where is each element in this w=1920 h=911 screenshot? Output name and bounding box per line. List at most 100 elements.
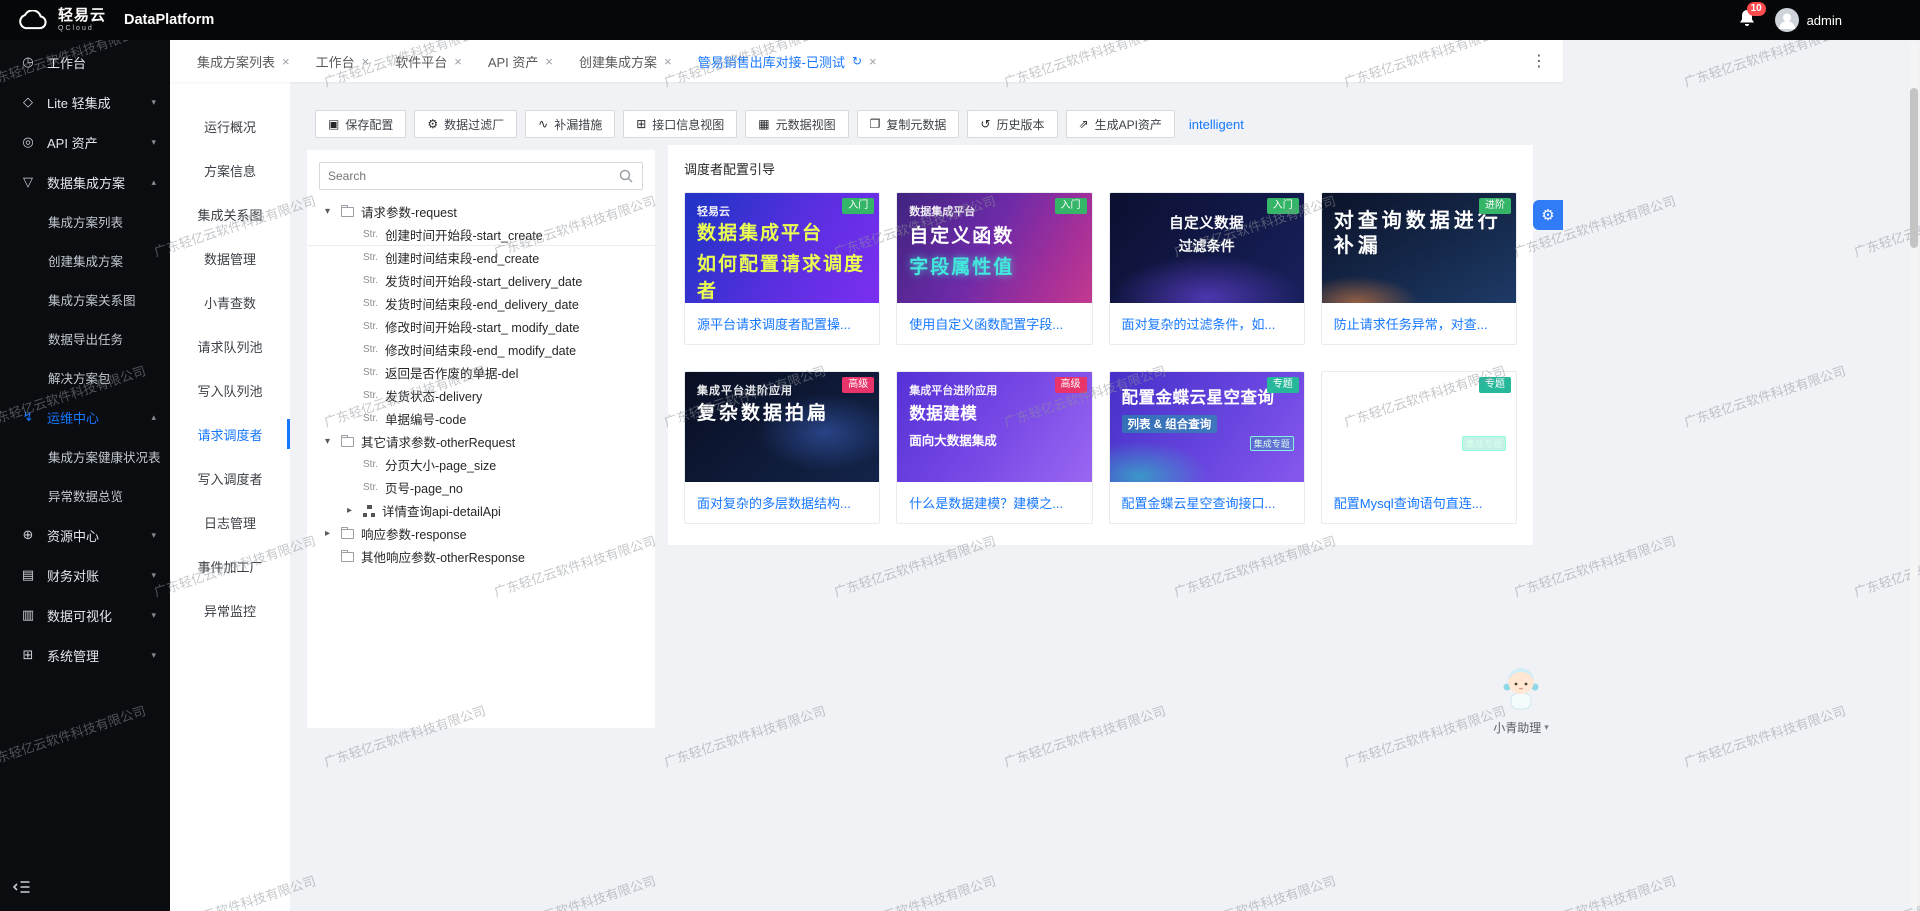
search-icon[interactable] (610, 163, 642, 189)
tab[interactable]: 软件平台 × (382, 40, 475, 82)
toolbar-button[interactable]: ⊞ 接口信息视图 (623, 110, 737, 138)
close-icon[interactable]: × (869, 54, 877, 69)
close-icon[interactable]: × (282, 54, 290, 69)
sidebar-item[interactable]: 异常数据总览 (0, 476, 170, 515)
tab[interactable]: 集成方案列表 × (184, 40, 303, 82)
sidebar-item[interactable]: ▽ 数据集成方案 ▴ (0, 162, 170, 202)
tree-node[interactable]: Str. 页号-page_no (307, 476, 655, 499)
card-caption[interactable]: 防止请求任务异常，对查... (1322, 303, 1516, 344)
toolbar-button[interactable]: ↺ 历史版本 (967, 110, 1057, 138)
notifications-button[interactable]: 10 (1739, 9, 1755, 32)
reload-icon[interactable]: ↻ (852, 54, 862, 68)
toolbar-button[interactable]: ▦ 元数据视图 (745, 110, 848, 138)
tree-node[interactable]: Str. 发货状态-delivery (307, 384, 655, 407)
tree-node[interactable]: Str. 单据编号-code (307, 407, 655, 430)
search-input[interactable] (320, 163, 610, 189)
caret-icon[interactable]: ▸ (347, 505, 363, 516)
settings-button[interactable]: ⚙ (1533, 200, 1563, 230)
tab[interactable]: 创建集成方案 × (566, 40, 685, 82)
sidebar-item[interactable]: 数据导出任务 (0, 319, 170, 358)
card-caption[interactable]: 源平台请求调度者配置操... (685, 303, 879, 344)
tab[interactable]: 工作台 × (303, 40, 383, 82)
tree-node[interactable]: Str. 发货时间结束段-end_delivery_date (307, 292, 655, 315)
toolbar-button[interactable]: ❐ 复制元数据 (857, 110, 960, 138)
close-icon[interactable]: × (454, 54, 462, 69)
username: admin (1807, 13, 1842, 28)
close-icon[interactable]: × (664, 54, 672, 69)
user-menu[interactable]: admin (1775, 8, 1842, 32)
sidebar-item[interactable]: ⊞ 系统管理 ▾ (0, 635, 170, 675)
guide-card[interactable]: 高级 集成平台进阶应用 复杂数据拍扁 面对复杂的多层数据结构... (684, 371, 880, 524)
card-caption[interactable]: 面对复杂的多层数据结构... (685, 482, 879, 523)
subnav-item[interactable]: 请求调度者 (170, 412, 290, 456)
tree-node[interactable]: Str. 创建时间结束段-end_create (307, 246, 655, 269)
visualization-icon: ▥ (20, 607, 36, 623)
tree-node[interactable]: Str. 分页大小-page_size (307, 453, 655, 476)
sidebar-item[interactable]: 集成方案列表 (0, 202, 170, 241)
sidebar-item[interactable]: ▤ 财务对账 ▾ (0, 555, 170, 595)
card-caption[interactable]: 什么是数据建模？建模之... (897, 482, 1091, 523)
tab[interactable]: 管易销售出库对接-已测试 ↻ × (685, 40, 890, 82)
close-icon[interactable]: × (362, 54, 370, 69)
tree-node[interactable]: Str. 发货时间开始段-start_delivery_date (307, 269, 655, 292)
card-caption[interactable]: 面对复杂的过滤条件，如... (1110, 303, 1304, 344)
tree-node[interactable]: Str. 创建时间开始段-start_create (307, 223, 655, 246)
toolbar-button[interactable]: ∿ 补漏措施 (525, 110, 615, 138)
subnav-item[interactable]: 事件加工厂 (170, 544, 290, 588)
sidebar-item[interactable]: ↯ 运维中心 ▴ (0, 397, 170, 437)
toolbar-button[interactable]: ⚙ 数据过滤厂 (414, 110, 517, 138)
subnav-item[interactable]: 请求队列池 (170, 324, 290, 368)
guide-card[interactable]: 专题 配置金蝶云星空查询 列表 & 组合查询 集成专题 配置金蝶云星空查询接口.… (1109, 371, 1305, 524)
assistant-widget[interactable]: 小青助理 ▾ (1490, 660, 1552, 736)
guide-card[interactable]: 进阶 对查询数据进行补漏 防止请求任务异常，对查... (1321, 192, 1517, 345)
tree-node[interactable]: ▸ 响应参数-response (307, 522, 655, 545)
sidebar-item[interactable]: ⊕ 资源中心 ▾ (0, 515, 170, 555)
sidebar-item[interactable]: 解决方案包 (0, 358, 170, 397)
guide-card[interactable]: 入门 自定义数据 过滤条件 面对复杂的过滤条件，如... (1109, 192, 1305, 345)
sidebar-item[interactable]: 集成方案健康状况表 (0, 437, 170, 476)
subnav-item[interactable]: 运行概况 (170, 104, 290, 148)
tree-node[interactable]: 其他响应参数-otherResponse (307, 545, 655, 568)
menu-fold-button[interactable] (13, 880, 30, 899)
sidebar-item[interactable]: ◷ 工作台 (0, 42, 170, 82)
card-caption[interactable]: 使用自定义函数配置字段... (897, 303, 1091, 344)
sidebar-item[interactable]: 创建集成方案 (0, 241, 170, 280)
caret-icon[interactable]: ▾ (325, 436, 341, 447)
subnav-item[interactable]: 日志管理 (170, 500, 290, 544)
subnav-item[interactable]: 小青查数 (170, 280, 290, 324)
tree-node[interactable]: ▸ 详情查询api-detailApi (307, 499, 655, 522)
guide-card[interactable]: 专题 配置MySQL查询 直连数据库调度者 集成专题 配置Mysql查询语句直连… (1321, 371, 1517, 524)
subnav-item[interactable]: 方案信息 (170, 148, 290, 192)
chevron-down-icon[interactable]: ▾ (1544, 722, 1549, 733)
intelligent-link[interactable]: intelligent (1189, 117, 1244, 132)
sidebar-item[interactable]: 集成方案关系图 (0, 280, 170, 319)
tree-node[interactable]: ▾ 其它请求参数-otherRequest (307, 430, 655, 453)
subnav-item[interactable]: 异常监控 (170, 588, 290, 632)
tree-node[interactable]: Str. 修改时间开始段-start_ modify_date (307, 315, 655, 338)
caret-icon[interactable]: ▾ (325, 206, 341, 217)
subnav-item[interactable]: 数据管理 (170, 236, 290, 280)
subnav-item[interactable]: 写入调度者 (170, 456, 290, 500)
tab-more-button[interactable]: ⋮ (1531, 51, 1547, 71)
scrollbar-thumb[interactable] (1910, 88, 1918, 248)
caret-icon[interactable]: ▸ (325, 528, 341, 539)
scrollbar[interactable] (1910, 42, 1918, 909)
subnav-item[interactable]: 写入队列池 (170, 368, 290, 412)
guide-card[interactable]: 入门 数据集成平台 自定义函数 字段属性值 使用自定义函数配置字段... (896, 192, 1092, 345)
tree-node[interactable]: Str. 修改时间结束段-end_ modify_date (307, 338, 655, 361)
tab[interactable]: API 资产 × (475, 40, 566, 82)
subnav-item[interactable]: 集成关系图 (170, 192, 290, 236)
guide-card[interactable]: 高级 集成平台进阶应用 数据建模 面向大数据集成 什么是数据建模？建模之... (896, 371, 1092, 524)
card-caption[interactable]: 配置Mysql查询语句直连... (1322, 482, 1516, 523)
sidebar-item[interactable]: ◇ Lite 轻集成 ▾ (0, 82, 170, 122)
sidebar-item[interactable]: ◎ API 资产 ▾ (0, 122, 170, 162)
toolbar-button[interactable]: ▣ 保存配置 (315, 110, 406, 138)
card-caption[interactable]: 配置金蝶云星空查询接口... (1110, 482, 1304, 523)
toolbar-button[interactable]: ⇗ 生成API资产 (1066, 110, 1175, 138)
sidebar-item[interactable]: ▥ 数据可视化 ▾ (0, 595, 170, 635)
close-icon[interactable]: × (545, 54, 553, 69)
guide-card[interactable]: 入门 轻易云 数据集成平台 如何配置请求调度者 源平台请求调度者配置操... (684, 192, 880, 345)
guide-title: 调度者配置引导 (684, 159, 1517, 178)
tree-node[interactable]: ▾ 请求参数-request (307, 200, 655, 223)
tree-node[interactable]: Str. 返回是否作废的单据-del (307, 361, 655, 384)
